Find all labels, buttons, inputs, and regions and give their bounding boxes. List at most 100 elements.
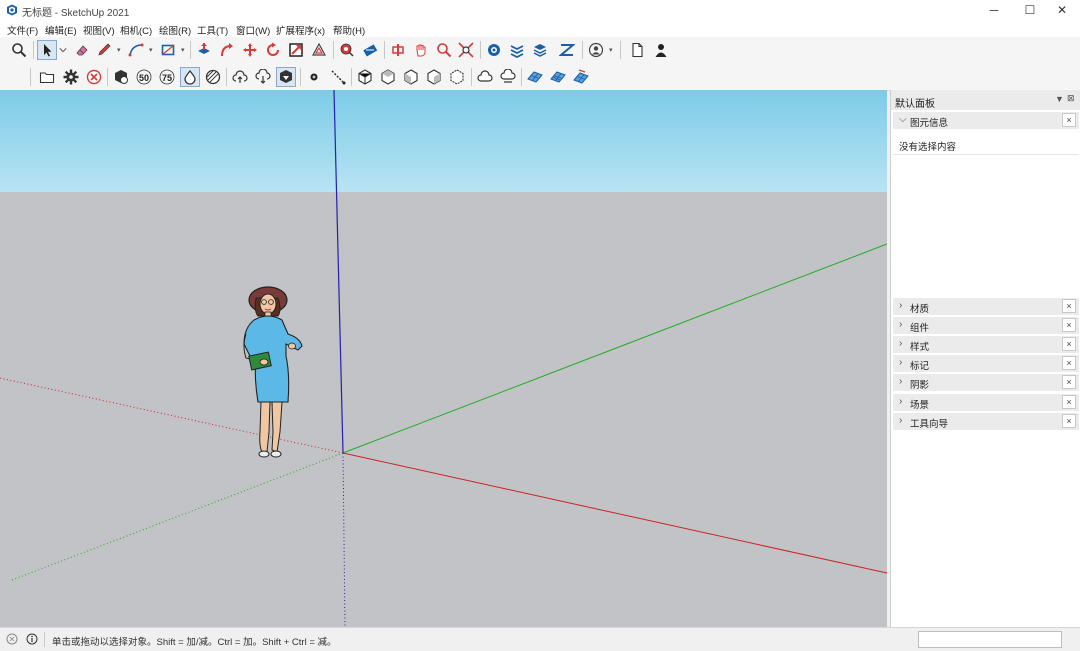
- menu-camera[interactable]: 相机(C): [120, 23, 152, 37]
- tray-label: 样式: [910, 342, 930, 353]
- settings-gear-icon[interactable]: [61, 67, 81, 87]
- hatch-circle-icon[interactable]: [203, 67, 223, 87]
- push-pull-icon[interactable]: [194, 40, 214, 60]
- svg-text:50: 50: [139, 73, 149, 83]
- pencil-dropdown-chevron-down-icon[interactable]: ▾: [117, 46, 121, 54]
- sandbox-drape-icon[interactable]: [571, 67, 591, 87]
- cloud-shade-icon[interactable]: [498, 67, 518, 87]
- geo-location-icon[interactable]: [6, 633, 18, 648]
- panel-close-icon[interactable]: ⊠: [1067, 93, 1075, 104]
- menu-extensions[interactable]: 扩展程序(x): [276, 23, 325, 37]
- drawing-viewport[interactable]: [0, 90, 887, 627]
- green-axis-positive: [342, 243, 887, 454]
- hand-pan-icon[interactable]: [411, 40, 431, 60]
- tray-label: 材质: [910, 304, 930, 315]
- menu-edit[interactable]: 编辑(E): [45, 23, 77, 37]
- tray-close-icon[interactable]: ×: [1062, 337, 1076, 351]
- tray-entity-info[interactable]: ⌵ 图元信息 ×: [893, 112, 1079, 130]
- rotate-icon[interactable]: [263, 40, 283, 60]
- tray-close-icon[interactable]: ×: [1062, 299, 1076, 313]
- select-arrow-icon[interactable]: [37, 40, 57, 60]
- scale-icon[interactable]: [286, 40, 306, 60]
- menu-window[interactable]: 窗口(W): [236, 23, 270, 37]
- dimension-icon[interactable]: [360, 40, 380, 60]
- default-tray-panel: 默认面板 ▼ ⊠ ⌵ 图元信息 × 没有选择内容 › 材质 × › 组件 × ›…: [890, 90, 1080, 627]
- section-plane-icon[interactable]: [388, 40, 408, 60]
- tray-tags[interactable]: › 标记 ×: [893, 355, 1079, 373]
- send-icon[interactable]: [276, 67, 296, 87]
- sandbox-icon[interactable]: [557, 40, 577, 60]
- account-icon[interactable]: [651, 40, 671, 60]
- iso-view-icon[interactable]: [355, 67, 375, 87]
- 3d-warehouse-icon[interactable]: [484, 40, 504, 60]
- tray-close-icon[interactable]: ×: [1062, 375, 1076, 389]
- tape-measure-icon[interactable]: [337, 40, 357, 60]
- tray-close-icon[interactable]: ×: [1062, 414, 1076, 428]
- cancel-circle-icon[interactable]: [84, 67, 104, 87]
- cloud-download-icon[interactable]: [253, 67, 273, 87]
- line-segment-icon[interactable]: [328, 67, 348, 87]
- tray-close-icon[interactable]: ×: [1062, 356, 1076, 370]
- minimize-button[interactable]: ─: [976, 0, 1012, 21]
- measurements-input[interactable]: [918, 631, 1062, 648]
- cloud-upload-icon[interactable]: [230, 67, 250, 87]
- move-icon[interactable]: [240, 40, 260, 60]
- follow-me-icon[interactable]: [217, 40, 237, 60]
- menu-draw[interactable]: 绘图(R): [159, 23, 191, 37]
- tray-label: 图元信息: [910, 118, 949, 129]
- tray-instructor[interactable]: › 工具向导 ×: [893, 413, 1079, 431]
- select-dropdown-chevron-down-icon[interactable]: [58, 40, 68, 60]
- open-folder-icon[interactable]: [37, 67, 57, 87]
- tray-close-icon[interactable]: ×: [1062, 318, 1076, 332]
- profile-dropdown-chevron-down-icon[interactable]: ▾: [609, 46, 613, 54]
- component-icon[interactable]: [111, 67, 131, 87]
- menu-view[interactable]: 视图(V): [83, 23, 115, 37]
- pencil-line-icon[interactable]: [94, 40, 114, 60]
- menu-file[interactable]: 文件(F): [7, 23, 38, 37]
- top-view-icon[interactable]: [378, 67, 398, 87]
- search-icon[interactable]: [9, 40, 29, 60]
- tray-components[interactable]: › 组件 ×: [893, 317, 1079, 335]
- new-file-icon[interactable]: [627, 40, 647, 60]
- tray-scenes[interactable]: › 场景 ×: [893, 394, 1079, 412]
- zoom-extents-icon[interactable]: [456, 40, 476, 60]
- divider: [44, 632, 45, 647]
- window-title: 无标题 - SketchUp 2021: [22, 8, 130, 19]
- sandbox-grid-icon[interactable]: [525, 67, 545, 87]
- back-view-icon[interactable]: [447, 67, 467, 87]
- menu-tools[interactable]: 工具(T): [197, 23, 228, 37]
- shape-dropdown-chevron-down-icon[interactable]: ▾: [181, 46, 185, 54]
- tray-close-icon[interactable]: ×: [1062, 395, 1076, 409]
- water-drop-icon[interactable]: [180, 67, 200, 87]
- offset-icon[interactable]: [309, 40, 329, 60]
- layout-icon[interactable]: [530, 40, 550, 60]
- dot-icon[interactable]: [304, 67, 324, 87]
- arc-icon[interactable]: [126, 40, 146, 60]
- tray-styles[interactable]: › 样式 ×: [893, 336, 1079, 354]
- axes-overlay: [0, 90, 887, 627]
- extension-warehouse-icon[interactable]: [507, 40, 527, 60]
- front-view-icon[interactable]: [401, 67, 421, 87]
- close-window-button[interactable]: ✕: [1044, 0, 1080, 21]
- rectangle-icon[interactable]: [158, 40, 178, 60]
- profile-icon[interactable]: [586, 40, 606, 60]
- tray-shadows[interactable]: › 阴影 ×: [893, 374, 1079, 392]
- person-figure[interactable]: [232, 282, 312, 466]
- maximize-button[interactable]: ☐: [1012, 0, 1048, 21]
- tray-close-icon[interactable]: ×: [1062, 113, 1076, 127]
- pin-icon[interactable]: ▼: [1055, 94, 1064, 104]
- green-axis-negative: [11, 452, 344, 581]
- seventy-five-icon[interactable]: 75: [157, 67, 177, 87]
- cloud-icon[interactable]: [475, 67, 495, 87]
- sandbox-stamp-icon[interactable]: [548, 67, 568, 87]
- tray-materials[interactable]: › 材质 ×: [893, 298, 1079, 316]
- zoom-icon[interactable]: [434, 40, 454, 60]
- chevron-right-icon: ›: [899, 357, 903, 368]
- sketchup-logo-icon: [6, 4, 18, 16]
- fifty-icon[interactable]: 50: [134, 67, 154, 87]
- right-view-icon[interactable]: [424, 67, 444, 87]
- info-icon[interactable]: [26, 633, 38, 648]
- arc-dropdown-chevron-down-icon[interactable]: ▾: [149, 46, 153, 54]
- eraser-icon[interactable]: [72, 40, 92, 60]
- menu-help[interactable]: 帮助(H): [333, 23, 365, 37]
